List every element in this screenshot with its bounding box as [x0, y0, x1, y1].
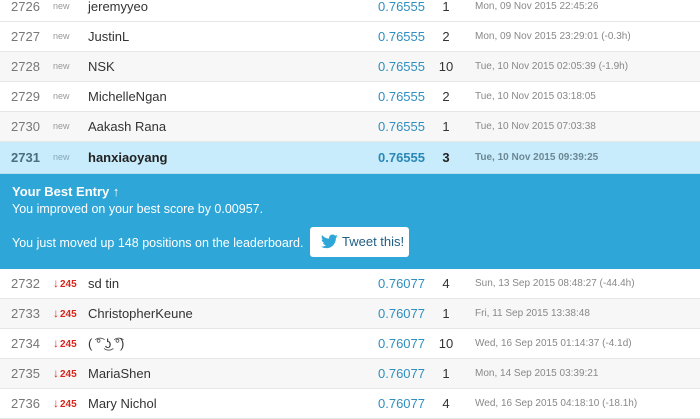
score-cell: 0.76077 — [378, 306, 425, 321]
rank-cell: 2734 — [11, 336, 40, 351]
entries-count: 1 — [442, 0, 450, 14]
score-cell: 0.76555 — [378, 119, 425, 134]
tweet-button-label: Tweet this! — [342, 234, 405, 249]
entries-count: 3 — [442, 150, 450, 165]
tweet-button[interactable]: Tweet this! — [310, 227, 409, 257]
rank-cell: 2735 — [11, 366, 40, 381]
entries-count: 4 — [442, 276, 450, 291]
last-submission: Fri, 11 Sep 2015 13:38:48 — [475, 308, 590, 319]
best-entry-title: Your Best Entry ↑ — [12, 184, 120, 199]
rank-change-new: new — [53, 1, 70, 11]
team-name[interactable]: ( ͡° ͜ʖ ͡°) — [88, 329, 124, 358]
rank-change-value: 245 — [60, 369, 77, 380]
team-name[interactable]: MariaShen — [88, 359, 151, 388]
leaderboard-row[interactable]: 2728 new NSK 0.76555 10 Tue, 10 Nov 2015… — [0, 52, 700, 82]
score-cell: 0.76555 — [378, 89, 425, 104]
last-submission: Tue, 10 Nov 2015 03:18:05 — [475, 91, 596, 102]
rank-change-down: ↓245 — [53, 299, 77, 328]
entries-count: 1 — [442, 119, 450, 134]
rank-change-down: ↓245 — [53, 329, 77, 358]
rank-change-new: new — [53, 91, 70, 101]
positions-moved-message: You just moved up 148 positions on the l… — [12, 236, 304, 250]
rank-change-value: 245 — [60, 339, 77, 350]
leaderboard-row[interactable]: 2735 ↓245 MariaShen 0.76077 1 Mon, 14 Se… — [0, 359, 700, 389]
entries-count: 2 — [442, 89, 450, 104]
last-submission: Mon, 09 Nov 2015 22:45:26 — [475, 1, 599, 12]
rank-cell: 2732 — [11, 276, 40, 291]
leaderboard-row[interactable]: 2732 ↓245 sd tin 0.76077 4 Sun, 13 Sep 2… — [0, 269, 700, 299]
rank-change-new: new — [53, 61, 70, 71]
last-submission: Tue, 10 Nov 2015 02:05:39 (-1.9h) — [475, 61, 629, 72]
rank-change-new: new — [53, 152, 70, 162]
last-submission: Sun, 13 Sep 2015 08:48:27 (-44.4h) — [475, 278, 635, 289]
score-cell: 0.76555 — [378, 59, 425, 74]
entries-count: 10 — [438, 336, 454, 351]
last-submission: Tue, 10 Nov 2015 07:03:38 — [475, 121, 596, 132]
rank-change-down: ↓245 — [53, 359, 77, 388]
leaderboard-row-current-user[interactable]: 2731 new hanxiaoyang 0.76555 3 Tue, 10 N… — [0, 142, 700, 174]
leaderboard-row[interactable]: 2729 new MichelleNgan 0.76555 2 Tue, 10 … — [0, 82, 700, 112]
rank-cell: 2736 — [11, 396, 40, 411]
best-entry-banner: Your Best Entry ↑ You improved on your b… — [0, 174, 700, 269]
twitter-bird-icon — [321, 234, 338, 249]
down-arrow-icon: ↓ — [53, 276, 59, 290]
rank-change-new: new — [53, 121, 70, 131]
entries-count: 1 — [442, 366, 450, 381]
team-name[interactable]: Aakash Rana — [88, 112, 166, 141]
rank-change-new: new — [53, 31, 70, 41]
leaderboard-row[interactable]: 2733 ↓245 ChristopherKeune 0.76077 1 Fri… — [0, 299, 700, 329]
score-cell: 0.76077 — [378, 336, 425, 351]
score-cell: 0.76077 — [378, 396, 425, 411]
down-arrow-icon: ↓ — [53, 396, 59, 410]
rank-cell: 2730 — [11, 119, 40, 134]
team-name[interactable]: sd tin — [88, 269, 119, 298]
down-arrow-icon: ↓ — [53, 366, 59, 380]
entries-count: 2 — [442, 29, 450, 44]
rank-cell: 2733 — [11, 306, 40, 321]
last-submission: Wed, 16 Sep 2015 01:14:37 (-4.1d) — [475, 338, 632, 349]
down-arrow-icon: ↓ — [53, 306, 59, 320]
team-name[interactable]: jeremyyeo — [88, 0, 148, 21]
rank-cell: 2731 — [11, 150, 40, 165]
team-name[interactable]: ChristopherKeune — [88, 299, 193, 328]
entries-count: 10 — [438, 59, 454, 74]
last-submission: Mon, 09 Nov 2015 23:29:01 (-0.3h) — [475, 31, 631, 42]
last-submission: Mon, 14 Sep 2015 03:39:21 — [475, 368, 599, 379]
leaderboard-row[interactable]: 2726 new jeremyyeo 0.76555 1 Mon, 09 Nov… — [0, 0, 700, 22]
team-name[interactable]: NSK — [88, 52, 115, 81]
score-cell: 0.76555 — [378, 29, 425, 44]
team-name[interactable]: Mary Nichol — [88, 389, 157, 418]
team-name[interactable]: MichelleNgan — [88, 82, 167, 111]
rank-change-value: 245 — [60, 279, 77, 290]
rank-cell: 2728 — [11, 59, 40, 74]
leaderboard-row[interactable]: 2727 new JustinL 0.76555 2 Mon, 09 Nov 2… — [0, 22, 700, 52]
leaderboard: 2726 new jeremyyeo 0.76555 1 Mon, 09 Nov… — [0, 0, 700, 419]
team-name[interactable]: JustinL — [88, 22, 129, 51]
rank-cell: 2726 — [11, 0, 40, 14]
score-cell: 0.76077 — [378, 276, 425, 291]
entries-count: 1 — [442, 306, 450, 321]
last-submission: Tue, 10 Nov 2015 09:39:25 — [475, 152, 599, 163]
leaderboard-row[interactable]: 2734 ↓245 ( ͡° ͜ʖ ͡°) 0.76077 10 Wed, 16… — [0, 329, 700, 359]
score-cell: 0.76555 — [378, 150, 425, 165]
leaderboard-row[interactable]: 2736 ↓245 Mary Nichol 0.76077 4 Wed, 16 … — [0, 389, 700, 419]
score-cell: 0.76077 — [378, 366, 425, 381]
rank-cell: 2727 — [11, 29, 40, 44]
rank-change-value: 245 — [60, 309, 77, 320]
rank-change-down: ↓245 — [53, 269, 77, 298]
last-submission: Wed, 16 Sep 2015 04:18:10 (-18.1h) — [475, 398, 638, 409]
rank-change-value: 245 — [60, 399, 77, 410]
improvement-message: You improved on your best score by 0.009… — [12, 202, 264, 216]
rank-change-down: ↓245 — [53, 389, 77, 418]
down-arrow-icon: ↓ — [53, 336, 59, 350]
team-name[interactable]: hanxiaoyang — [88, 142, 167, 173]
score-cell: 0.76555 — [378, 0, 425, 14]
entries-count: 4 — [442, 396, 450, 411]
rank-cell: 2729 — [11, 89, 40, 104]
leaderboard-row[interactable]: 2730 new Aakash Rana 0.76555 1 Tue, 10 N… — [0, 112, 700, 142]
